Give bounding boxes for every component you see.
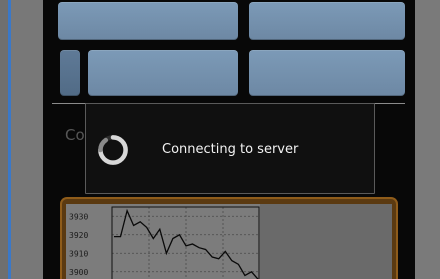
progress-dialog: Connecting to server	[85, 103, 375, 194]
left-accent-bar	[8, 0, 11, 279]
dialog-message: Connecting to server	[162, 142, 299, 157]
right-edge	[415, 0, 440, 279]
loading-spinner-icon	[98, 135, 128, 165]
screen: Co nnection 3930392039103900 Connecting …	[0, 0, 440, 279]
